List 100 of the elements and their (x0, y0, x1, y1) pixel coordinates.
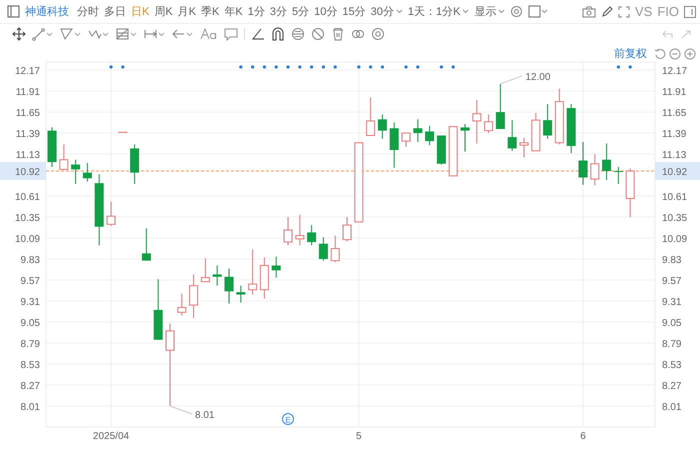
price-label: 8.01 (20, 402, 40, 413)
falling-candle (378, 114, 387, 140)
move-icon[interactable] (12, 27, 26, 41)
period-tab[interactable]: 1分 (248, 4, 265, 19)
period-tab[interactable]: 周K (154, 4, 173, 19)
period-tab[interactable]: 季K (201, 4, 220, 19)
link-icon[interactable] (351, 27, 365, 41)
period-tab[interactable]: 5分 (292, 4, 310, 19)
rising-candle (260, 256, 269, 300)
price-label: 8.53 (20, 360, 40, 372)
price-label: 9.57 (20, 276, 40, 288)
price-label: 10.35 (662, 213, 688, 224)
rising-candle (330, 235, 340, 263)
period-tab[interactable]: 10分 (314, 4, 338, 19)
price-label: 9.31 (20, 297, 40, 308)
rising-candle (295, 214, 304, 246)
checkbox-dropdown[interactable] (528, 5, 548, 18)
price-label: 10.09 (662, 234, 688, 246)
period-tab[interactable]: 3分 (270, 4, 287, 19)
adjustment-button[interactable]: 前复权 (614, 46, 647, 61)
date-label: 2025/04 (92, 431, 130, 442)
price-label: 11.39 (662, 129, 686, 140)
price-label: 8.27 (20, 381, 40, 392)
price-label: 9.83 (20, 255, 40, 266)
rising-candle (402, 132, 410, 148)
camera-icon[interactable] (582, 6, 596, 18)
period-tab[interactable]: 年K (224, 4, 243, 19)
price-label: 11.91 (662, 87, 686, 98)
price-label: 11.65 (662, 108, 686, 120)
polygon-tool-icon[interactable] (60, 27, 82, 41)
falling-candle (614, 166, 623, 184)
zoom-in-icon[interactable] (684, 48, 696, 60)
period-tab[interactable]: 显示 (474, 4, 506, 19)
period-tab[interactable]: 多日 (104, 4, 126, 19)
extreme-price-label: 12.00 (525, 72, 550, 83)
text-tool-icon[interactable] (200, 28, 218, 40)
line-tool-icon[interactable] (32, 27, 54, 41)
reset-icon[interactable] (654, 48, 666, 60)
event-marker[interactable]: E (282, 413, 294, 425)
rising-candle (626, 168, 635, 218)
price-label: 8.01 (662, 402, 682, 413)
price-label: 10.61 (14, 192, 40, 204)
ban-icon[interactable] (311, 27, 325, 41)
rising-candle (248, 248, 258, 296)
grid-tool-icon[interactable] (116, 27, 138, 41)
ref-line-label: 10.92 (14, 167, 40, 178)
zoom-out-icon[interactable] (669, 48, 681, 60)
price-label: 11.13 (662, 150, 686, 162)
price-label: 11.91 (16, 87, 40, 98)
period-tab[interactable]: 15分 (342, 4, 366, 19)
price-label: 9.31 (662, 297, 682, 308)
date-label: 6 (580, 431, 586, 442)
fullscreen-icon[interactable] (618, 6, 630, 18)
side-panel-icon[interactable] (684, 6, 696, 18)
current-price-tag: 10.92 (0, 162, 46, 180)
price-label: 9.83 (662, 255, 682, 266)
price-label: 10.61 (662, 192, 688, 204)
falling-candle (236, 285, 246, 304)
comment-icon[interactable] (224, 27, 238, 41)
period-tab[interactable]: 分时 (77, 4, 99, 19)
price-label: 9.05 (20, 318, 40, 330)
period-tab[interactable]: 30分 (370, 4, 403, 19)
trash-icon[interactable] (331, 27, 345, 41)
price-label: 11.13 (16, 150, 40, 162)
price-label: 12.17 (662, 66, 688, 78)
price-label: 8.53 (662, 360, 682, 372)
leader-line (500, 75, 523, 84)
rising-candle (448, 126, 458, 176)
date-label: 5 (356, 431, 362, 442)
settings-icon[interactable] (510, 5, 524, 18)
price-label: 8.79 (662, 339, 682, 350)
falling-candle (436, 134, 446, 166)
price-label: 8.79 (20, 339, 40, 350)
falling-candle (307, 224, 316, 246)
stock-name: 神通科技 (25, 4, 69, 19)
price-label: 8.27 (662, 381, 682, 392)
leader-line (170, 406, 192, 414)
settings-icon[interactable] (371, 27, 385, 41)
price-label: 11.65 (16, 108, 40, 120)
price-label: 10.35 (14, 213, 40, 224)
price-label: 9.05 (662, 318, 682, 330)
angle-icon[interactable] (251, 27, 265, 41)
falling-candle (318, 236, 328, 262)
range-tool-icon[interactable] (144, 27, 166, 41)
extreme-price-label: 8.01 (195, 410, 214, 421)
price-label: 9.57 (662, 276, 682, 288)
price-label: 12.17 (14, 66, 40, 78)
price-label: 11.39 (16, 129, 40, 140)
pencil-icon[interactable] (600, 6, 613, 18)
period-tab[interactable]: 月K (178, 4, 196, 19)
magnet-icon[interactable] (271, 27, 285, 41)
rising-candle (106, 201, 116, 226)
falling-candle (272, 256, 281, 278)
panel-icon[interactable] (7, 5, 20, 18)
current-price-tag: 10.92 (655, 162, 700, 180)
rising-candle (284, 216, 292, 246)
arrow-tool-icon[interactable] (172, 27, 194, 41)
period-tab[interactable]: 1天：1分K (408, 4, 470, 19)
rising-candle (366, 97, 376, 136)
falling-candle (413, 118, 422, 142)
